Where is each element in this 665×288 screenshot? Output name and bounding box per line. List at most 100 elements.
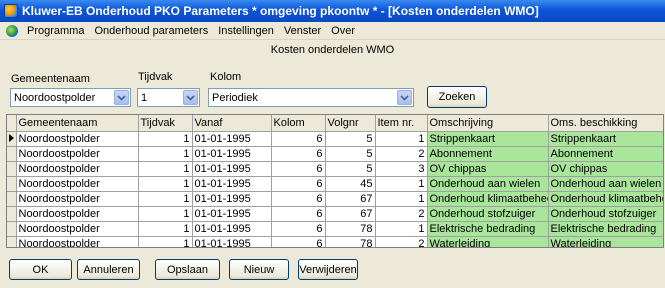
delete-button[interactable]: Verwijderen — [298, 259, 358, 280]
cell-gemeentenaam[interactable]: Noordoostpolder — [16, 206, 139, 222]
cell-oms-beschikking[interactable]: Waterleiding — [548, 236, 663, 247]
cell-gemeentenaam[interactable]: Noordoostpolder — [16, 161, 139, 177]
menu-programma[interactable]: Programma — [22, 22, 89, 40]
search-button[interactable]: Zoeken — [427, 86, 487, 108]
cell-omschrijving[interactable]: Onderhoud stofzuiger — [427, 206, 549, 222]
cell-oms-beschikking[interactable]: Strippenkaart — [548, 131, 663, 147]
row-selector[interactable] — [7, 221, 17, 237]
table-row[interactable]: Noordoostpolder 1 01-01-1995 6 5 3 OV chippas O… — [7, 161, 663, 177]
cell-omschrijving[interactable]: Onderhoud klimaatbeheerser — [427, 191, 549, 207]
cell-kolom[interactable]: 6 — [271, 206, 326, 222]
cell-omschrijving[interactable]: OV chippas — [427, 161, 549, 177]
col-header-tijdvak[interactable]: Tijdvak — [138, 115, 193, 132]
row-selector[interactable] — [7, 206, 17, 222]
ok-button[interactable]: OK — [9, 259, 72, 280]
cell-oms-beschikking[interactable]: Onderhoud aan wielen — [548, 176, 663, 192]
table-row[interactable]: Noordoostpolder 1 01-01-1995 6 78 1 Elektrisch… — [7, 221, 663, 237]
cell-volgnr[interactable]: 78 — [325, 221, 376, 237]
cell-oms-beschikking[interactable]: Onderhoud stofzuiger — [548, 206, 663, 222]
cancel-button[interactable]: Annuleren — [77, 259, 140, 280]
title-bar[interactable]: Kluwer-EB Onderhoud PKO Parameters * omg… — [0, 0, 665, 22]
app-icon[interactable] — [4, 4, 18, 18]
cell-oms-beschikking[interactable]: Abonnement — [548, 146, 663, 162]
cell-omschrijving[interactable]: Strippenkaart — [427, 131, 549, 147]
tijdvak-select[interactable]: 1 — [137, 88, 200, 107]
cell-kolom[interactable]: 6 — [271, 161, 326, 177]
cell-oms-beschikking[interactable]: Elektrische bedrading — [548, 221, 663, 237]
table-row[interactable]: Noordoostpolder 1 01-01-1995 6 67 1 Onderhoud … — [7, 191, 663, 207]
col-header-volgnr[interactable]: Volgnr — [325, 115, 376, 132]
new-button[interactable]: Nieuw — [229, 259, 289, 280]
gemeentenaam-select[interactable]: Noordoostpolder — [10, 88, 131, 107]
col-header-omschrijving[interactable]: Omschrijving — [427, 115, 549, 132]
row-selector[interactable] — [7, 146, 17, 162]
cell-gemeentenaam[interactable]: Noordoostpolder — [16, 131, 139, 147]
cell-vanaf[interactable]: 01-01-1995 — [192, 221, 272, 237]
cell-volgnr[interactable]: 45 — [325, 176, 376, 192]
cell-kolom[interactable]: 6 — [271, 236, 326, 247]
cell-volgnr[interactable]: 5 — [325, 161, 376, 177]
cell-gemeentenaam[interactable]: Noordoostpolder — [16, 191, 139, 207]
menu-onderhoud-parameters[interactable]: Onderhoud parameters — [89, 22, 213, 40]
table-row[interactable]: Noordoostpolder 1 01-01-1995 6 5 2 Abonnement A… — [7, 146, 663, 162]
cell-vanaf[interactable]: 01-01-1995 — [192, 176, 272, 192]
row-selector[interactable] — [7, 131, 17, 147]
data-grid[interactable]: Gemeentenaam Tijdvak Vanaf Kolom Volgnr … — [6, 114, 664, 248]
cell-vanaf[interactable]: 01-01-1995 — [192, 146, 272, 162]
cell-gemeentenaam[interactable]: Noordoostpolder — [16, 146, 139, 162]
row-selector[interactable] — [7, 191, 17, 207]
cell-kolom[interactable]: 6 — [271, 191, 326, 207]
cell-tijdvak[interactable]: 1 — [138, 191, 193, 207]
cell-tijdvak[interactable]: 1 — [138, 161, 193, 177]
cell-item-nr[interactable]: 1 — [375, 221, 428, 237]
menu-instellingen[interactable]: Instellingen — [213, 22, 279, 40]
document-icon[interactable] — [6, 24, 18, 37]
cell-omschrijving[interactable]: Waterleiding — [427, 236, 549, 247]
cell-oms-beschikking[interactable]: Onderhoud klimaatbeheerser — [548, 191, 663, 207]
cell-vanaf[interactable]: 01-01-1995 — [192, 236, 272, 247]
col-header-kolom[interactable]: Kolom — [271, 115, 326, 132]
cell-vanaf[interactable]: 01-01-1995 — [192, 191, 272, 207]
cell-gemeentenaam[interactable]: Noordoostpolder — [16, 221, 139, 237]
cell-volgnr[interactable]: 78 — [325, 236, 376, 247]
row-selector[interactable] — [7, 161, 17, 177]
cell-volgnr[interactable]: 67 — [325, 206, 376, 222]
table-row[interactable]: Noordoostpolder 1 01-01-1995 6 67 2 Onderhoud … — [7, 206, 663, 222]
cell-item-nr[interactable]: 1 — [375, 191, 428, 207]
cell-omschrijving[interactable]: Abonnement — [427, 146, 549, 162]
cell-vanaf[interactable]: 01-01-1995 — [192, 161, 272, 177]
cell-oms-beschikking[interactable]: OV chippas — [548, 161, 663, 177]
cell-tijdvak[interactable]: 1 — [138, 221, 193, 237]
cell-gemeentenaam[interactable]: Noordoostpolder — [16, 176, 139, 192]
table-row[interactable]: Noordoostpolder 1 01-01-1995 6 45 1 Onderhoud … — [7, 176, 663, 192]
cell-tijdvak[interactable]: 1 — [138, 146, 193, 162]
col-header-item-nr[interactable]: Item nr. — [375, 115, 428, 132]
cell-item-nr[interactable]: 2 — [375, 236, 428, 247]
cell-omschrijving[interactable]: Elektrische bedrading — [427, 221, 549, 237]
cell-gemeentenaam[interactable]: Noordoostpolder — [16, 236, 139, 247]
cell-item-nr[interactable]: 2 — [375, 206, 428, 222]
col-header-gemeentenaam[interactable]: Gemeentenaam — [16, 115, 139, 132]
cell-item-nr[interactable]: 3 — [375, 161, 428, 177]
cell-volgnr[interactable]: 5 — [325, 146, 376, 162]
row-selector[interactable] — [7, 176, 17, 192]
cell-item-nr[interactable]: 2 — [375, 146, 428, 162]
cell-tijdvak[interactable]: 1 — [138, 236, 193, 247]
cell-tijdvak[interactable]: 1 — [138, 176, 193, 192]
cell-vanaf[interactable]: 01-01-1995 — [192, 131, 272, 147]
menu-venster[interactable]: Venster — [279, 22, 326, 40]
col-header-oms-beschikking[interactable]: Oms. beschikking — [548, 115, 663, 132]
col-header-vanaf[interactable]: Vanaf — [192, 115, 272, 132]
row-selector[interactable] — [7, 236, 17, 247]
chevron-down-icon[interactable] — [397, 90, 412, 105]
kolom-select[interactable]: Periodiek — [208, 88, 414, 107]
cell-kolom[interactable]: 6 — [271, 146, 326, 162]
cell-item-nr[interactable]: 1 — [375, 176, 428, 192]
cell-kolom[interactable]: 6 — [271, 221, 326, 237]
chevron-down-icon[interactable] — [114, 90, 129, 105]
cell-tijdvak[interactable]: 1 — [138, 131, 193, 147]
cell-kolom[interactable]: 6 — [271, 131, 326, 147]
cell-omschrijving[interactable]: Onderhoud aan wielen — [427, 176, 549, 192]
chevron-down-icon[interactable] — [183, 90, 198, 105]
table-row[interactable]: Noordoostpolder 1 01-01-1995 6 78 2 Waterleidi… — [7, 236, 663, 247]
